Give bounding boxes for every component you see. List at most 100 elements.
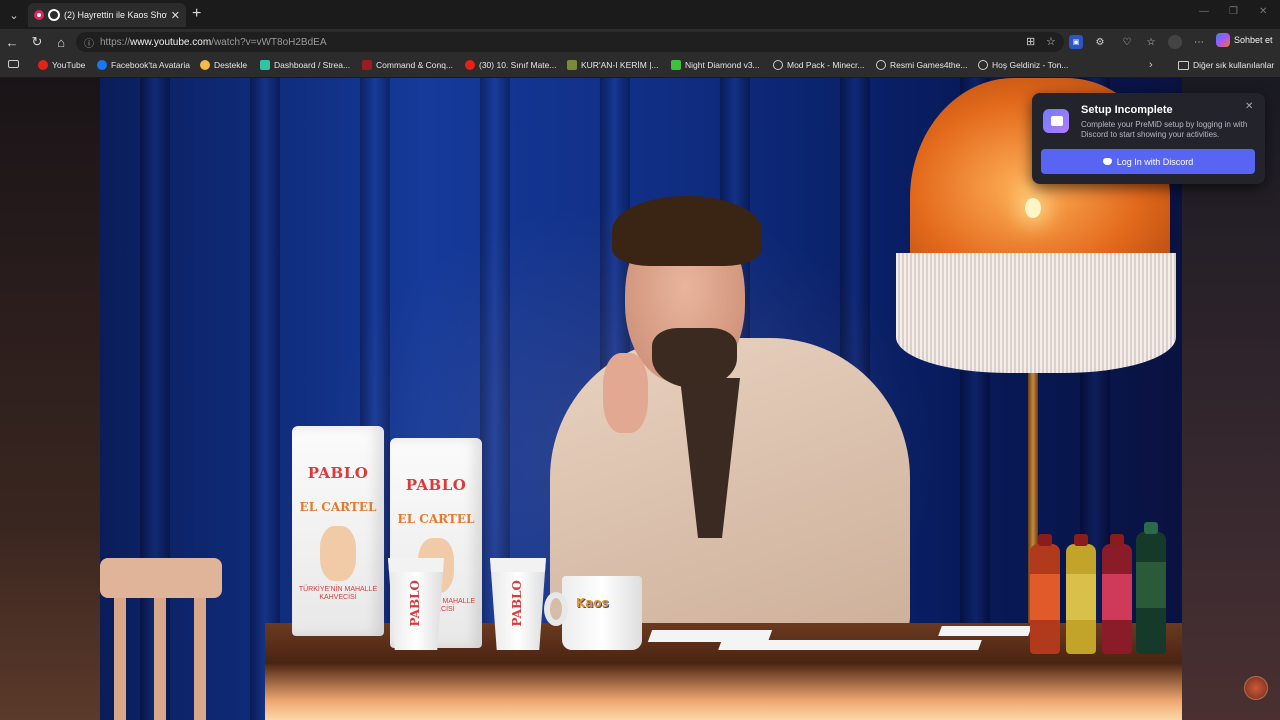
bookmark-label: Night Diamond v3... bbox=[685, 60, 760, 70]
url-text: https://www.youtube.com/watch?v=vWT8oH2B… bbox=[100, 37, 327, 48]
bookmark-night-diamond[interactable]: Night Diamond v3... bbox=[671, 60, 760, 70]
tab-title: (2) Hayrettin ile Kaos Show - ... bbox=[64, 10, 167, 20]
profile-avatar[interactable] bbox=[1168, 35, 1182, 49]
back-button[interactable]: ← bbox=[3, 33, 21, 51]
patreon-icon bbox=[200, 60, 210, 70]
reload-button[interactable]: ↻ bbox=[28, 33, 46, 51]
globe-icon bbox=[773, 60, 783, 70]
bag-sub: EL CARTEL bbox=[397, 512, 475, 526]
folder-icon bbox=[1178, 60, 1189, 70]
juice-bottle bbox=[1030, 534, 1060, 654]
lamp-bulb bbox=[1025, 198, 1041, 218]
streamlabs-icon bbox=[260, 60, 270, 70]
minimize-icon[interactable]: — bbox=[1199, 6, 1209, 17]
toolbar: ← ↻ ⌂ ⓘ https://www.youtube.com/watch?v=… bbox=[0, 29, 1280, 55]
curseforge-icon bbox=[671, 60, 681, 70]
host-hair bbox=[612, 196, 762, 266]
copilot-button[interactable]: Sohbet et bbox=[1216, 33, 1273, 47]
bag-brand: PABLO bbox=[405, 476, 467, 494]
cup-text: PABLO bbox=[510, 580, 524, 627]
bookmark-label: Destekle bbox=[214, 60, 248, 70]
bookmark-facebook-avataria[interactable]: Facebook'ta Avataria bbox=[97, 60, 190, 70]
bookmark-label: YouTube bbox=[52, 60, 86, 70]
bookmark-label: Command & Conq... bbox=[376, 60, 454, 70]
back-arrow-icon: ← bbox=[5, 34, 19, 50]
bookmark-games4the[interactable]: Resmi Games4the... bbox=[876, 60, 967, 70]
home-icon: ⌂ bbox=[57, 34, 65, 50]
other-favorites[interactable]: Diğer sık kullanılanlar bbox=[1178, 60, 1274, 70]
bookmarks-bar: YouTube Facebook'ta Avataria Destekle Da… bbox=[0, 55, 1280, 78]
popup-description: Complete your PreMiD setup by logging in… bbox=[1081, 120, 1248, 139]
youtube-icon bbox=[38, 60, 48, 70]
discord-login-button[interactable]: Log In with Discord bbox=[1041, 149, 1255, 174]
paper bbox=[938, 626, 1032, 636]
bookmark-label: Facebook'ta Avataria bbox=[111, 60, 190, 70]
browser-essentials-icon[interactable]: ♡ bbox=[1120, 35, 1134, 49]
bookmark-youtube[interactable]: YouTube bbox=[38, 60, 85, 70]
bookmark-kuran[interactable]: KUR'AN-I KERİM |... bbox=[567, 60, 659, 70]
discord-login-label: Log In with Discord bbox=[1116, 156, 1194, 167]
host-beard bbox=[652, 328, 737, 388]
bookmark-label: Resmi Games4the... bbox=[890, 60, 968, 70]
mug-logo: Kaos bbox=[576, 596, 609, 610]
favorite-star-icon[interactable]: ☆ bbox=[1046, 35, 1056, 48]
globe-icon bbox=[978, 60, 988, 70]
cup-text: PABLO bbox=[408, 580, 422, 627]
copilot-icon bbox=[1216, 33, 1230, 47]
close-icon[interactable]: ✕ bbox=[1245, 101, 1253, 112]
more-menu-icon[interactable]: ⋯ bbox=[1192, 35, 1206, 49]
tab-close-icon[interactable]: ✕ bbox=[171, 9, 180, 22]
tab-youtube[interactable]: (2) Hayrettin ile Kaos Show - ... ✕ bbox=[28, 3, 186, 27]
extension-badge-icon[interactable]: ▣ bbox=[1069, 35, 1083, 49]
window-close-icon[interactable]: ✕ bbox=[1259, 6, 1267, 17]
bookmark-label: (30) 10. Sınıf Mate... bbox=[479, 60, 557, 70]
url-path: /watch?v=vWT8oH2BdEA bbox=[211, 36, 327, 48]
favorites-icon[interactable]: ☆ bbox=[1144, 35, 1158, 49]
recording-icon bbox=[34, 10, 44, 20]
reading-list-icon[interactable] bbox=[8, 60, 19, 68]
bookmark-destekle[interactable]: Destekle bbox=[200, 60, 247, 70]
channel-watermark-icon[interactable] bbox=[1244, 676, 1268, 700]
youtube-icon bbox=[465, 60, 475, 70]
premid-popup: Setup Incomplete Complete your PreMiD se… bbox=[1032, 93, 1265, 184]
video-player[interactable]: PABLO EL CARTEL TÜRKİYE'NİN MAHALLE KAHV… bbox=[100, 78, 1182, 720]
bookmark-label: Mod Pack - Minecr... bbox=[787, 60, 865, 70]
juice-bottle bbox=[1136, 522, 1166, 654]
bookmark-label: Hoş Geldiniz - Ton... bbox=[992, 60, 1069, 70]
tab-favicon-icon bbox=[48, 9, 60, 21]
host-hand bbox=[603, 353, 648, 433]
app-available-icon[interactable]: ⊞ bbox=[1026, 35, 1035, 48]
coffee-bag: PABLO EL CARTEL TÜRKİYE'NİN MAHALLE KAHV… bbox=[292, 426, 384, 636]
bookmark-dashboard[interactable]: Dashboard / Strea... bbox=[260, 60, 350, 70]
other-favorites-label: Diğer sık kullanılanlar bbox=[1193, 60, 1275, 70]
url-scheme: https:// bbox=[100, 36, 131, 48]
bookmark-mod-pack[interactable]: Mod Pack - Minecr... bbox=[773, 60, 864, 70]
coffee-cup: PABLO bbox=[490, 558, 546, 650]
new-tab-button[interactable]: + bbox=[192, 5, 201, 23]
address-bar[interactable]: ⓘ https://www.youtube.com/watch?v=vWT8oH… bbox=[76, 32, 1064, 52]
extensions-icon[interactable]: ⚙ bbox=[1093, 35, 1107, 49]
juice-bottle bbox=[1066, 534, 1096, 654]
home-button[interactable]: ⌂ bbox=[52, 33, 70, 51]
kaos-mug: Kaos bbox=[544, 576, 642, 650]
bookmark-hos-geldiniz[interactable]: Hoş Geldiniz - Ton... bbox=[978, 60, 1068, 70]
premid-logo-icon bbox=[1043, 109, 1069, 133]
popup-title: Setup Incomplete bbox=[1081, 104, 1173, 116]
ambient-left bbox=[0, 78, 100, 720]
bookmark-sinif-mate[interactable]: (30) 10. Sınıf Mate... bbox=[465, 60, 556, 70]
chevron-down-icon: ⌄ bbox=[9, 9, 19, 22]
bookmark-command-conquer[interactable]: Command & Conq... bbox=[362, 60, 453, 70]
globe-icon bbox=[876, 60, 886, 70]
maximize-icon[interactable]: ❐ bbox=[1229, 6, 1238, 17]
paper bbox=[718, 640, 982, 650]
site-info-icon[interactable]: ⓘ bbox=[84, 35, 94, 50]
bag-tag: TÜRKİYE'NİN MAHALLE KAHVECİSİ bbox=[298, 586, 378, 601]
bag-sub: EL CARTEL bbox=[299, 500, 377, 514]
bag-illustration bbox=[320, 526, 356, 581]
discord-icon bbox=[1102, 158, 1112, 165]
bookmarks-overflow-icon[interactable]: › bbox=[1149, 59, 1153, 71]
copilot-label: Sohbet et bbox=[1234, 35, 1273, 45]
tab-actions-button[interactable]: ⌄ bbox=[4, 5, 24, 25]
juice-bottle bbox=[1102, 534, 1132, 654]
url-host: www.youtube.com bbox=[130, 36, 212, 48]
